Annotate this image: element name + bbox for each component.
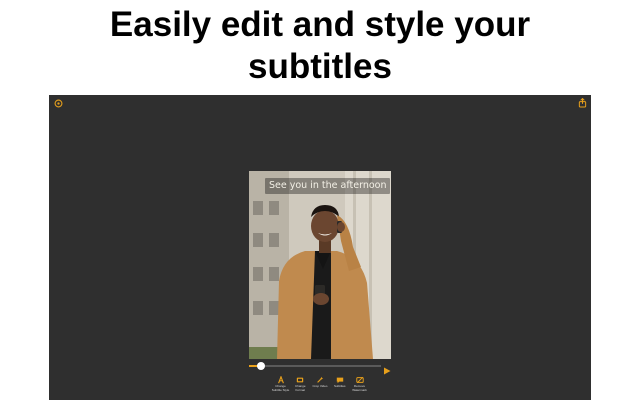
settings-icon (54, 99, 62, 107)
tool-label: Crop Video (312, 384, 328, 388)
timeline (249, 362, 391, 375)
editing-toolbar: Change Subtitle Style Change Format Crop… (271, 374, 369, 394)
headline: Easily edit and style your subtitles (0, 4, 640, 88)
headline-line-1: Easily edit and style your (109, 5, 531, 44)
subtitle-caption[interactable]: See you in the afternoon (265, 178, 391, 194)
video-preview[interactable]: See you in the afternoon (249, 171, 391, 359)
tool-label: Subtitles (333, 384, 346, 388)
format-icon (297, 377, 304, 383)
timeline-track[interactable] (249, 362, 381, 370)
text-style-icon (277, 376, 284, 384)
share-icon (578, 98, 586, 108)
settings-button[interactable] (52, 97, 64, 109)
tool-change-format[interactable]: Change Format (291, 374, 310, 394)
play-icon (384, 367, 391, 375)
timeline-scrubber-handle[interactable] (256, 362, 265, 370)
subtitles-icon (336, 377, 343, 384)
headline-line-2: subtitles (248, 47, 392, 86)
tool-change-subtitle-style[interactable]: Change Subtitle Style (271, 374, 290, 394)
share-button[interactable] (576, 97, 588, 109)
tool-remove-watermark[interactable]: Remove Watermark (350, 374, 369, 394)
watermark-icon (355, 376, 364, 384)
play-button[interactable] (383, 362, 391, 375)
app-window: See you in the afternoon Change Subtitle… (49, 95, 591, 400)
effects-icon (317, 376, 324, 383)
tool-crop-video[interactable]: Crop Video (311, 374, 330, 394)
tool-label: Change Subtitle Style (271, 384, 290, 392)
video-frame-image (249, 171, 391, 359)
tool-subtitles[interactable]: Subtitles (330, 374, 349, 394)
tool-label: Change Format (294, 384, 306, 392)
tool-label: Remove Watermark (352, 384, 367, 392)
